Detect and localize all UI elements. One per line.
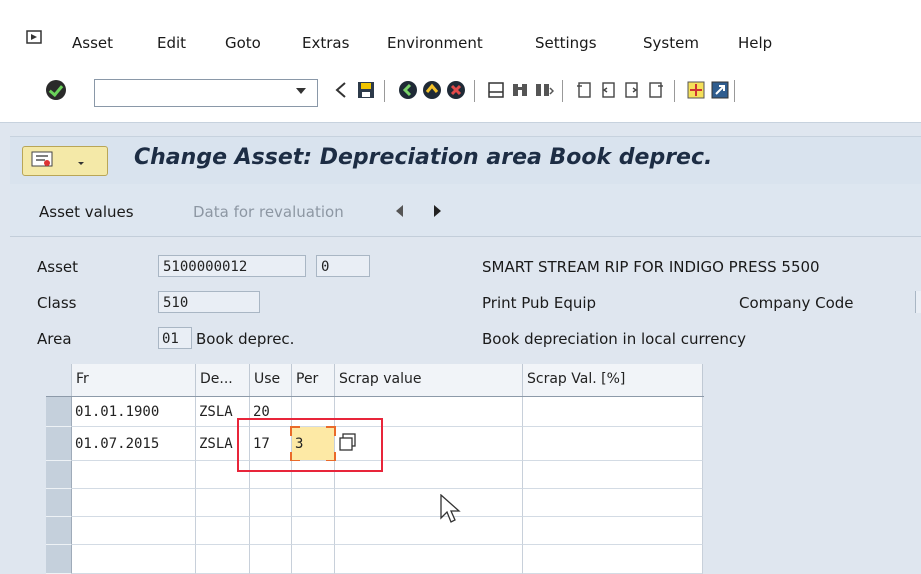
table-cell-empty[interactable] (523, 545, 703, 574)
asset-label: Asset (37, 258, 79, 276)
table-cell-empty[interactable] (72, 489, 196, 517)
chevron-down-icon[interactable] (296, 88, 306, 94)
next-arrow-icon[interactable] (434, 205, 441, 217)
menu-settings[interactable]: Settings (535, 34, 597, 52)
toolbar-separator (474, 80, 475, 102)
column-header-dep-key[interactable]: De... (196, 364, 250, 396)
print-icon[interactable] (486, 80, 506, 100)
menu-help[interactable]: Help (738, 34, 772, 52)
asset-values-button[interactable]: Asset values (39, 203, 134, 221)
column-header-scrap-value[interactable]: Scrap value (335, 364, 523, 396)
row-selector[interactable] (46, 489, 72, 517)
asset-number-field[interactable]: 5100000012 (158, 255, 306, 277)
table-cell-empty[interactable] (335, 545, 523, 574)
area-name: Book deprec. (196, 330, 295, 348)
class-field[interactable]: 510 (158, 291, 260, 313)
menu-edit[interactable]: Edit (157, 34, 186, 52)
find-next-icon[interactable] (534, 80, 554, 100)
menu-bar: Asset Edit Goto Extras Environment Setti… (0, 0, 921, 62)
last-page-icon[interactable] (646, 80, 666, 100)
screen-icon (31, 151, 53, 167)
table-cell-empty[interactable] (196, 489, 250, 517)
application-toolbar (10, 184, 921, 237)
chevron-down-icon (78, 162, 84, 165)
column-header-scrap-pct[interactable]: Scrap Val. [%] (523, 364, 703, 396)
column-header-from[interactable]: Fr (72, 364, 196, 396)
table-cell-empty[interactable] (196, 517, 250, 545)
table-cell-scrap-pct[interactable] (523, 397, 703, 427)
toolbar-separator (562, 80, 563, 102)
exit-icon[interactable] (422, 80, 442, 100)
grid-corner (46, 364, 72, 396)
command-field[interactable] (94, 79, 318, 107)
table-cell-empty[interactable] (292, 545, 335, 574)
row-selector[interactable] (46, 427, 72, 461)
table-cell-from[interactable]: 01.01.1900 (72, 397, 196, 427)
company-code-field[interactable] (915, 291, 921, 313)
table-cell-empty[interactable] (292, 517, 335, 545)
class-description: Print Pub Equip (482, 294, 597, 312)
asset-description: SMART STREAM RIP FOR INDIGO PRESS 5500 (482, 258, 820, 276)
menu-goto[interactable]: Goto (225, 34, 261, 52)
toolbar-separator (674, 80, 675, 102)
first-page-icon[interactable] (574, 80, 594, 100)
table-cell-empty[interactable] (250, 545, 292, 574)
asset-subnumber-field[interactable]: 0 (316, 255, 370, 277)
column-header-use[interactable]: Use (250, 364, 292, 396)
table-cell-empty[interactable] (72, 517, 196, 545)
table-cell-from[interactable]: 01.07.2015 (72, 427, 196, 461)
area-number-field[interactable]: 01 (158, 327, 192, 349)
cancel-icon[interactable] (446, 80, 466, 100)
system-menu-button[interactable] (22, 146, 108, 176)
table-cell-empty[interactable] (523, 489, 703, 517)
data-for-revaluation-button: Data for revaluation (193, 203, 344, 221)
menu-asset[interactable]: Asset (72, 34, 113, 52)
shortcut-icon[interactable] (710, 80, 730, 100)
table-cell-empty[interactable] (292, 489, 335, 517)
create-session-icon[interactable] (686, 80, 706, 100)
toolbar-separator (734, 80, 735, 102)
menu-icon[interactable] (26, 30, 42, 44)
page-title: Change Asset: Depreciation area Book dep… (134, 145, 713, 170)
menu-system[interactable]: System (643, 34, 699, 52)
table-cell-empty[interactable] (335, 489, 523, 517)
table-cell-empty[interactable] (72, 545, 196, 574)
menu-environment[interactable]: Environment (387, 34, 483, 52)
previous-arrow-icon[interactable] (396, 205, 403, 217)
table-cell-empty[interactable] (523, 517, 703, 545)
find-icon[interactable] (510, 80, 530, 100)
table-cell-empty[interactable] (523, 461, 703, 489)
save-icon[interactable] (356, 80, 376, 100)
table-cell-empty[interactable] (196, 545, 250, 574)
highlight-annotation (237, 418, 383, 472)
menu-extras[interactable]: Extras (302, 34, 349, 52)
toolbar-separator (384, 80, 385, 102)
table-cell-scrap-pct[interactable] (523, 427, 703, 461)
table-cell-empty[interactable] (335, 517, 523, 545)
area-description: Book depreciation in local currency (482, 330, 747, 348)
mouse-cursor-icon (440, 494, 461, 523)
row-selector[interactable] (46, 461, 72, 489)
row-selector[interactable] (46, 517, 72, 545)
company-code-label: Company Code (739, 294, 854, 312)
next-page-icon[interactable] (622, 80, 642, 100)
back-icon[interactable] (332, 80, 352, 100)
enter-icon[interactable] (46, 80, 66, 100)
class-label: Class (37, 294, 77, 312)
table-cell-empty[interactable] (250, 517, 292, 545)
table-cell-empty[interactable] (250, 489, 292, 517)
row-selector[interactable] (46, 397, 72, 427)
back-green-icon[interactable] (398, 80, 418, 100)
area-label: Area (37, 330, 72, 348)
row-selector[interactable] (46, 545, 72, 574)
prev-page-icon[interactable] (598, 80, 618, 100)
table-cell-empty[interactable] (72, 461, 196, 489)
column-header-per[interactable]: Per (292, 364, 335, 396)
